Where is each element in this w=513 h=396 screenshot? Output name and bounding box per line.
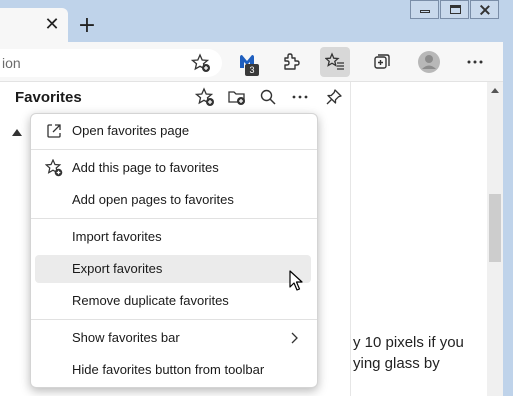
menu-item-label: Export favorites: [72, 261, 163, 276]
more-icon[interactable]: [460, 47, 490, 77]
menu-item-label: Add this page to favorites: [72, 160, 219, 175]
menu-item-export-favorites[interactable]: Export favorites: [35, 255, 311, 283]
menu-item-show-favorites-bar[interactable]: Show favorites bar: [35, 324, 311, 352]
tree-expand-icon[interactable]: [12, 129, 22, 136]
mouse-cursor-icon: [289, 270, 303, 297]
address-text: ion: [2, 55, 21, 71]
extension-badge: 3: [245, 64, 259, 76]
add-folder-icon[interactable]: [225, 85, 249, 109]
browser-toolbar: ion: [0, 42, 513, 82]
search-icon[interactable]: [256, 85, 280, 109]
add-this-page-icon[interactable]: [193, 85, 217, 109]
page-text-line-2: ying glass by: [353, 355, 440, 372]
menu-item-remove-duplicates[interactable]: Remove duplicate favorites: [35, 287, 311, 315]
scroll-up-icon[interactable]: [491, 88, 499, 93]
title-bar: ✕ +: [0, 0, 513, 42]
menu-item-open-favorites-page[interactable]: Open favorites page: [35, 117, 311, 145]
tab-close-icon[interactable]: ✕: [44, 16, 60, 34]
window-controls: [410, 0, 513, 21]
panel-divider: [350, 82, 351, 396]
open-external-icon: [44, 121, 64, 141]
favorites-icon[interactable]: [320, 47, 350, 77]
maximize-icon[interactable]: [440, 0, 469, 19]
favorites-context-menu: Open favorites page Add this page to fav…: [30, 113, 318, 388]
collections-icon[interactable]: [367, 47, 397, 77]
menu-item-label: Import favorites: [72, 229, 162, 244]
pin-icon[interactable]: [322, 85, 346, 109]
menu-item-add-open-pages[interactable]: Add open pages to favorites: [35, 186, 311, 214]
menu-item-label: Show favorites bar: [72, 330, 180, 345]
chevron-right-icon: [287, 331, 301, 345]
profile-icon[interactable]: [414, 47, 444, 77]
menu-item-label: Open favorites page: [72, 123, 190, 138]
menu-item-import-favorites[interactable]: Import favorites: [35, 223, 311, 251]
add-favorite-icon[interactable]: [186, 48, 216, 78]
minimize-icon[interactable]: [410, 0, 439, 19]
extensions-icon[interactable]: [275, 47, 305, 77]
menu-separator: [31, 319, 317, 320]
more-options-icon[interactable]: [288, 85, 312, 109]
panel-title: Favorites: [15, 89, 82, 106]
menu-item-label: Remove duplicate favorites: [72, 293, 229, 308]
page-text-line-1: y 10 pixels if you: [353, 334, 464, 351]
menu-item-add-this-page[interactable]: Add this page to favorites: [35, 154, 311, 182]
scrollbar-thumb[interactable]: [489, 194, 501, 262]
new-tab-icon[interactable]: +: [77, 15, 97, 37]
star-add-icon: [44, 158, 64, 178]
menu-item-label: Add open pages to favorites: [72, 192, 234, 207]
menu-separator: [31, 149, 317, 150]
menu-item-hide-favorites-button[interactable]: Hide favorites button from toolbar: [35, 356, 311, 384]
menu-separator: [31, 218, 317, 219]
close-icon[interactable]: [470, 0, 499, 19]
window-border: [503, 42, 513, 396]
address-bar[interactable]: ion: [0, 49, 222, 77]
menu-item-label: Hide favorites button from toolbar: [72, 362, 265, 377]
browser-tab[interactable]: ✕: [0, 8, 68, 42]
